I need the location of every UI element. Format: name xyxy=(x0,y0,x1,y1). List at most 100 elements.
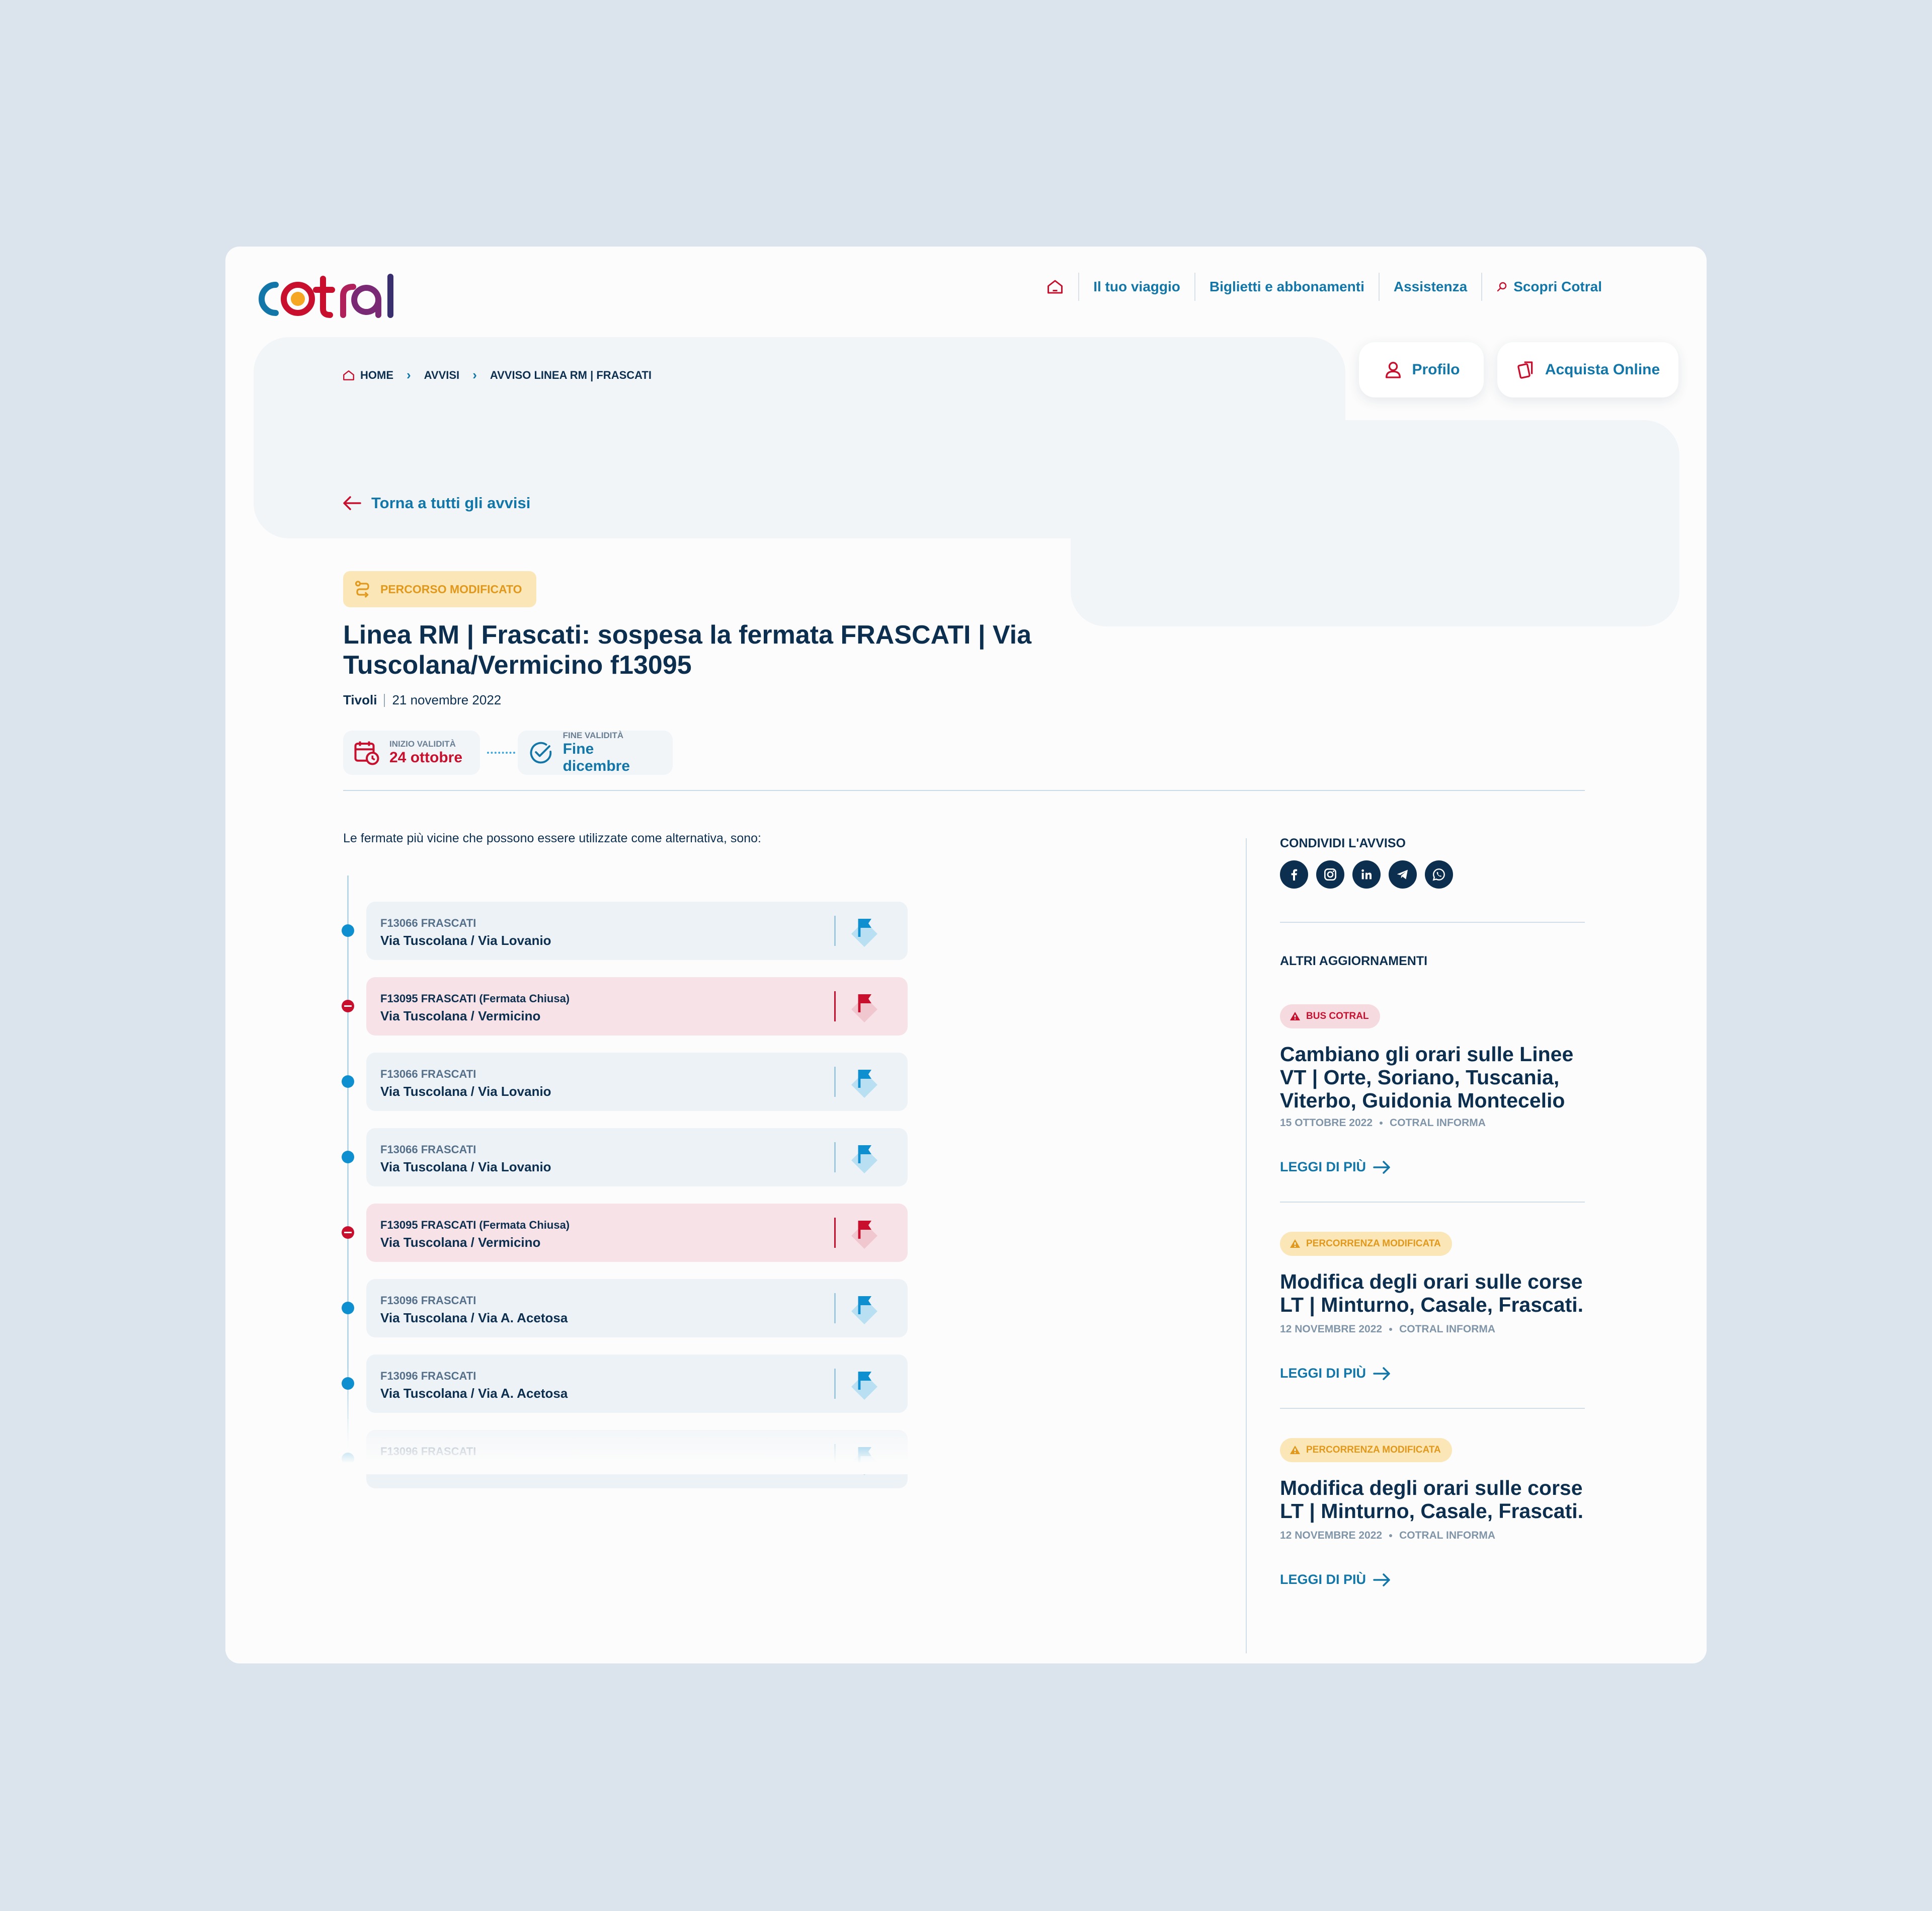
update-date: 12 NOVEMBRE 2022 xyxy=(1280,1323,1383,1335)
main-navigation: Il tuo viaggio Biglietti e abbonamenti A… xyxy=(1032,273,1616,301)
check-circle-icon xyxy=(530,742,552,764)
stop-flag-icon[interactable] xyxy=(849,1292,879,1324)
back-to-notices-link[interactable]: Torna a tutti gli avvisi xyxy=(342,494,530,512)
notice-meta: Tivoli 21 novembre 2022 xyxy=(343,692,501,708)
nav-item-tuo-viaggio[interactable]: Il tuo viaggio xyxy=(1078,273,1194,301)
stop-item-closed[interactable]: F13095 FRASCATI (Fermata Chiusa) Via Tusc… xyxy=(366,977,908,1036)
stop-flag-icon[interactable] xyxy=(849,915,879,947)
update-title[interactable]: Modifica degli orari sulle corse LT | Mi… xyxy=(1280,1270,1585,1316)
stop-code: F13095 FRASCATI (Fermata Chiusa) xyxy=(380,1219,570,1231)
stop-code: F13095 FRASCATI (Fermata Chiusa) xyxy=(380,992,570,1005)
share-heading: CONDIVIDI L'AVVISO xyxy=(1280,836,1406,850)
meta-dot xyxy=(1389,1534,1393,1537)
stop-flag-icon[interactable] xyxy=(849,1217,879,1249)
read-more-link[interactable]: LEGGI DI PIÙ xyxy=(1280,1572,1391,1587)
sidebar-divider xyxy=(1280,1202,1585,1203)
notice-date: 21 novembre 2022 xyxy=(392,692,502,707)
cotral-logo[interactable] xyxy=(252,270,397,325)
telegram-icon[interactable] xyxy=(1389,860,1417,889)
arrow-right-icon xyxy=(1373,1367,1390,1380)
calendar-clock-icon xyxy=(354,741,379,765)
home-icon xyxy=(1048,280,1063,294)
update-source: COTRAL INFORMA xyxy=(1399,1530,1496,1541)
update-badge-label: PERCORRENZA MODIFICATA xyxy=(1306,1445,1441,1455)
read-more-link[interactable]: LEGGI DI PIÙ xyxy=(1280,1159,1391,1175)
stop-node-closed xyxy=(342,1000,354,1012)
validity-end: FINE VALIDITÀ Fine dicembre xyxy=(518,731,673,775)
stop-node xyxy=(342,1302,354,1314)
stop-item[interactable]: F13066 FRASCATI Via Tuscolana / Via Lovan… xyxy=(366,1053,908,1111)
validity-start-label: INIZIO VALIDITÀ xyxy=(389,739,456,749)
update-meta: 15 OTTOBRE 2022 COTRAL INFORMA xyxy=(1280,1117,1486,1129)
route-icon xyxy=(355,581,369,598)
stop-item[interactable]: F13096 FRASCATI Via Tuscolana / Via A. Ac… xyxy=(366,1279,908,1337)
stop-divider xyxy=(834,1067,836,1097)
update-badge: PERCORRENZA MODIFICATA xyxy=(1280,1438,1452,1462)
stop-flag-icon[interactable] xyxy=(849,1141,879,1173)
updates-heading: ALTRI AGGIORNAMENTI xyxy=(1280,954,1428,968)
stop-item[interactable]: F13066 FRASCATI Via Tuscolana / Via Lovan… xyxy=(366,1128,908,1186)
meta-dot xyxy=(1389,1328,1393,1331)
nav-item-scopri-cotral-label: Scopri Cotral xyxy=(1513,279,1602,294)
stop-name: Via Tuscolana / Via Lovanio xyxy=(380,1159,551,1174)
nav-home[interactable] xyxy=(1032,273,1078,301)
stop-divider xyxy=(834,991,836,1021)
validity-end-value: Fine dicembre xyxy=(562,741,630,774)
read-more-link[interactable]: LEGGI DI PIÙ xyxy=(1280,1366,1391,1381)
stop-item[interactable]: F13096 FRASCATI Via Tuscolana / Via A. Ac… xyxy=(366,1355,908,1413)
update-meta: 12 NOVEMBRE 2022 COTRAL INFORMA xyxy=(1280,1530,1495,1542)
stop-flag-icon[interactable] xyxy=(849,990,879,1022)
profile-button-label: Profilo xyxy=(1412,361,1460,378)
user-icon xyxy=(1385,362,1401,378)
nav-item-assistenza[interactable]: Assistenza xyxy=(1378,273,1481,301)
linkedin-icon[interactable] xyxy=(1352,860,1381,889)
breadcrumb: HOME › AVVISI › AVVISO LINEA RM | FRASCA… xyxy=(342,367,652,383)
hero-panel-right xyxy=(1071,420,1679,626)
stop-name: Via Tuscolana / Via Lovanio xyxy=(380,933,551,948)
nav-item-biglietti[interactable]: Biglietti e abbonamenti xyxy=(1194,273,1379,301)
read-more-label: LEGGI DI PIÙ xyxy=(1280,1572,1366,1587)
stop-flag-icon[interactable] xyxy=(849,1066,879,1098)
chevron-right-icon: › xyxy=(407,367,411,382)
arrow-left-icon xyxy=(343,496,361,510)
stop-name: Via Tuscolana / Via A. Acetosa xyxy=(380,1310,568,1325)
stop-item[interactable]: F13066 FRASCATI Via Tuscolana / Via Lovan… xyxy=(366,902,908,960)
update-badge-label: PERCORRENZA MODIFICATA xyxy=(1306,1238,1441,1249)
stop-name: Via Tuscolana / Vermicino xyxy=(380,1235,541,1250)
validity-end-label: FINE VALIDITÀ xyxy=(562,731,624,740)
chevron-right-icon: › xyxy=(472,367,477,382)
whatsapp-icon[interactable] xyxy=(1425,860,1453,889)
validity-connector xyxy=(487,752,515,754)
stop-code: F13096 FRASCATI xyxy=(380,1370,476,1382)
meta-divider xyxy=(384,693,385,707)
read-more-label: LEGGI DI PIÙ xyxy=(1280,1366,1366,1381)
buy-online-button[interactable]: Acquista Online xyxy=(1497,342,1678,397)
stop-item-closed[interactable]: F13095 FRASCATI (Fermata Chiusa) Via Tusc… xyxy=(366,1204,908,1262)
stop-node xyxy=(342,1075,354,1088)
stop-divider xyxy=(834,916,836,946)
back-link-label: Torna a tutti gli avvisi xyxy=(371,494,531,512)
validity-start: INIZIO VALIDITÀ 24 ottobre xyxy=(343,731,480,775)
validity-start-value: 24 ottobre xyxy=(389,749,463,766)
update-source: COTRAL INFORMA xyxy=(1399,1323,1496,1335)
update-badge-label: BUS COTRAL xyxy=(1306,1011,1369,1021)
update-badge: PERCORRENZA MODIFICATA xyxy=(1280,1232,1452,1256)
stop-code: F13066 FRASCATI xyxy=(380,1143,476,1156)
breadcrumb-home-label: HOME xyxy=(360,368,393,381)
section-divider xyxy=(343,790,1585,791)
stop-node xyxy=(342,924,354,937)
breadcrumb-avvisi[interactable]: AVVISI xyxy=(424,369,460,382)
alternatives-intro: Le fermate più vicine che possono essere… xyxy=(343,831,762,845)
stop-divider xyxy=(834,1369,836,1399)
stop-divider xyxy=(834,1142,836,1172)
nav-item-scopri-cotral[interactable]: Scopri Cotral xyxy=(1481,273,1616,301)
breadcrumb-home[interactable]: HOME xyxy=(342,369,393,382)
stop-node-closed xyxy=(342,1226,354,1239)
facebook-icon[interactable] xyxy=(1280,860,1308,889)
home-icon xyxy=(343,370,354,380)
stop-flag-icon[interactable] xyxy=(849,1368,879,1400)
update-title[interactable]: Modifica degli orari sulle corse LT | Mi… xyxy=(1280,1476,1585,1523)
profile-button[interactable]: Profilo xyxy=(1359,342,1484,397)
update-title[interactable]: Cambiano gli orari sulle Linee VT | Orte… xyxy=(1280,1043,1585,1112)
instagram-icon[interactable] xyxy=(1316,860,1344,889)
